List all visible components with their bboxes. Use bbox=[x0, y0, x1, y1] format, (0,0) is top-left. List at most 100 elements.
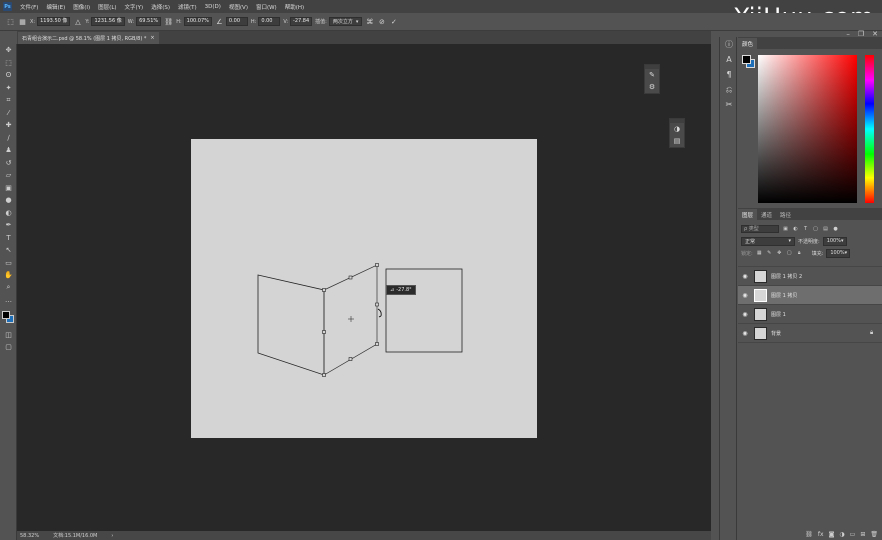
foreground-color-swatch[interactable] bbox=[742, 55, 751, 64]
hue-slider[interactable] bbox=[865, 55, 874, 203]
tab-channels[interactable]: 通道 bbox=[757, 209, 776, 220]
menu-help[interactable]: 帮助(H) bbox=[281, 3, 308, 11]
menu-image[interactable]: 图像(I) bbox=[69, 3, 94, 11]
transform-handles[interactable] bbox=[322, 263, 379, 377]
document-canvas[interactable] bbox=[191, 139, 537, 438]
character-icon[interactable]: A bbox=[720, 52, 738, 67]
filter-pixel-icon[interactable]: ▣ bbox=[782, 226, 789, 233]
document-tab[interactable]: 石青组合演示二.psd @ 58.1% (图层 1 拷贝, RGB/8) * × bbox=[18, 32, 159, 44]
color-saturation-field[interactable] bbox=[758, 55, 857, 203]
transform-tool-icon[interactable]: ⬚ bbox=[6, 17, 15, 26]
layer-row[interactable]: ◉ 图层 1 拷贝 bbox=[738, 286, 882, 305]
w-input[interactable]: 69.51% bbox=[136, 17, 162, 26]
visibility-eye-icon[interactable]: ◉ bbox=[738, 273, 752, 280]
reference-point-icon[interactable] bbox=[348, 316, 354, 322]
move-icon[interactable]: ✥ bbox=[0, 44, 17, 57]
lock-position-icon[interactable]: ✥ bbox=[776, 250, 783, 257]
menu-select[interactable]: 选择(S) bbox=[147, 3, 174, 11]
menu-filter[interactable]: 滤镜(T) bbox=[174, 3, 201, 11]
relative-position-icon[interactable]: △ bbox=[73, 17, 82, 26]
marquee-icon[interactable]: ⬚ bbox=[0, 57, 17, 70]
path-select-icon[interactable]: ↖ bbox=[0, 244, 17, 257]
filter-shape-icon[interactable]: ▢ bbox=[812, 226, 819, 233]
lock-all-icon[interactable]: 🔒︎ bbox=[796, 250, 803, 257]
handle-top-left[interactable] bbox=[322, 288, 326, 292]
y-input[interactable]: 1231.56 像 bbox=[91, 17, 125, 26]
interpolation-select[interactable]: 两次立方 ▾ bbox=[328, 17, 363, 26]
layer-style-icon[interactable]: fx bbox=[818, 531, 824, 538]
type-icon[interactable]: T bbox=[0, 232, 17, 245]
status-menu-icon[interactable]: › bbox=[111, 533, 113, 539]
layer-row[interactable]: ◉ 图层 1 拷贝 2 bbox=[738, 267, 882, 286]
paragraph-icon[interactable]: ¶ bbox=[720, 67, 738, 82]
handle-top-right[interactable] bbox=[375, 263, 379, 267]
gradient-icon[interactable]: ▣ bbox=[0, 182, 17, 195]
handle-middle-left[interactable] bbox=[322, 330, 326, 334]
filter-smart-icon[interactable]: ▤ bbox=[822, 226, 829, 233]
visibility-eye-icon[interactable]: ◉ bbox=[738, 292, 752, 299]
foreground-color-swatch[interactable] bbox=[2, 310, 10, 319]
hskew-input[interactable]: 0.00 bbox=[258, 17, 281, 26]
layer-row[interactable]: ◉ 图层 1 bbox=[738, 305, 882, 324]
menu-3d[interactable]: 3D(D) bbox=[201, 4, 225, 10]
brush-preset-icon[interactable]: ✎ bbox=[645, 69, 659, 81]
brush-settings-icon[interactable]: ⚙ bbox=[645, 81, 659, 93]
brush-icon[interactable]: ∕ bbox=[0, 132, 17, 145]
lock-paint-icon[interactable]: ✎ bbox=[766, 250, 773, 257]
blend-mode-select[interactable]: 正常 ▾ bbox=[741, 236, 795, 246]
stamp-icon[interactable]: ♟ bbox=[0, 144, 17, 157]
lock-artboard-icon[interactable]: ▢ bbox=[786, 250, 793, 257]
tab-color[interactable]: 颜色 bbox=[738, 38, 758, 49]
warp-mode-icon[interactable]: ⌘ bbox=[365, 17, 374, 26]
visibility-eye-icon[interactable]: ◉ bbox=[738, 311, 752, 318]
link-icon[interactable]: ⛓ bbox=[164, 17, 173, 26]
trash-icon[interactable]: 🗑︎ bbox=[870, 531, 878, 538]
rectangle-icon[interactable]: ▭ bbox=[0, 257, 17, 270]
lasso-icon[interactable]: ʘ bbox=[0, 69, 17, 82]
properties-icon[interactable]: ▤ bbox=[670, 135, 684, 147]
menu-view[interactable]: 视图(V) bbox=[225, 3, 252, 11]
handle-bottom-left[interactable] bbox=[322, 373, 326, 377]
visibility-eye-icon[interactable]: ◉ bbox=[738, 330, 752, 337]
vskew-input[interactable]: -27.84 bbox=[290, 17, 313, 26]
healing-icon[interactable]: ✚ bbox=[0, 119, 17, 132]
handle-middle-right[interactable] bbox=[375, 302, 379, 307]
handle-top-middle[interactable] bbox=[348, 275, 353, 280]
history-icon[interactable]: ⎌ bbox=[720, 82, 738, 97]
opacity-input[interactable]: 100% ▾ bbox=[822, 236, 847, 246]
layer-filter-select[interactable]: ρ 类型 bbox=[741, 225, 779, 233]
handle-bottom-middle[interactable] bbox=[348, 357, 353, 361]
x-input[interactable]: 1193.50 像 bbox=[37, 17, 71, 26]
eyedropper-icon[interactable]: ⁄ bbox=[0, 107, 17, 120]
new-layer-icon[interactable]: ⊞ bbox=[860, 531, 865, 538]
tab-layers[interactable]: 图层 bbox=[738, 209, 758, 220]
filter-type-icon[interactable]: T bbox=[802, 226, 809, 233]
tab-paths[interactable]: 路径 bbox=[776, 209, 795, 220]
tab-close-icon[interactable]: × bbox=[150, 35, 154, 41]
angle-input[interactable]: 0.00 bbox=[225, 17, 248, 26]
adjustments-icon[interactable]: ◑ bbox=[670, 123, 684, 135]
menu-edit[interactable]: 编辑(E) bbox=[42, 3, 69, 11]
magic-wand-icon[interactable]: ✦ bbox=[0, 82, 17, 95]
crop-icon[interactable]: ⌗ bbox=[0, 94, 17, 107]
hand-icon[interactable]: ✋ bbox=[0, 269, 17, 282]
more-icon[interactable]: … bbox=[0, 294, 17, 307]
reference-point-icon[interactable]: ▦ bbox=[18, 17, 27, 26]
tools-preset-icon[interactable]: ✂ bbox=[720, 97, 738, 112]
history-brush-icon[interactable]: ↺ bbox=[0, 157, 17, 170]
cancel-transform-icon[interactable]: ⊘ bbox=[377, 17, 386, 26]
menu-file[interactable]: 文件(F) bbox=[16, 3, 42, 11]
document-workspace[interactable]: ⊿ -27.8° ✎ ⚙ ◑ ▤ bbox=[17, 44, 711, 531]
quick-mask-icon[interactable]: ◫ bbox=[0, 329, 17, 342]
filter-adjust-icon[interactable]: ◐ bbox=[792, 226, 799, 233]
adjustment-layer-icon[interactable]: ◑ bbox=[839, 531, 844, 538]
handle-bottom-right[interactable] bbox=[375, 342, 379, 346]
commit-transform-icon[interactable]: ✓ bbox=[389, 17, 398, 26]
menu-type[interactable]: 文字(Y) bbox=[121, 3, 148, 11]
fill-input[interactable]: 100% ▾ bbox=[826, 248, 851, 258]
filter-toggle-icon[interactable]: ● bbox=[832, 226, 839, 233]
pen-icon[interactable]: ✒ bbox=[0, 219, 17, 232]
h-input[interactable]: 100.07% bbox=[183, 17, 212, 26]
add-mask-icon[interactable]: ◙ bbox=[829, 531, 835, 538]
zoom-icon[interactable]: ⌕ bbox=[0, 282, 17, 295]
